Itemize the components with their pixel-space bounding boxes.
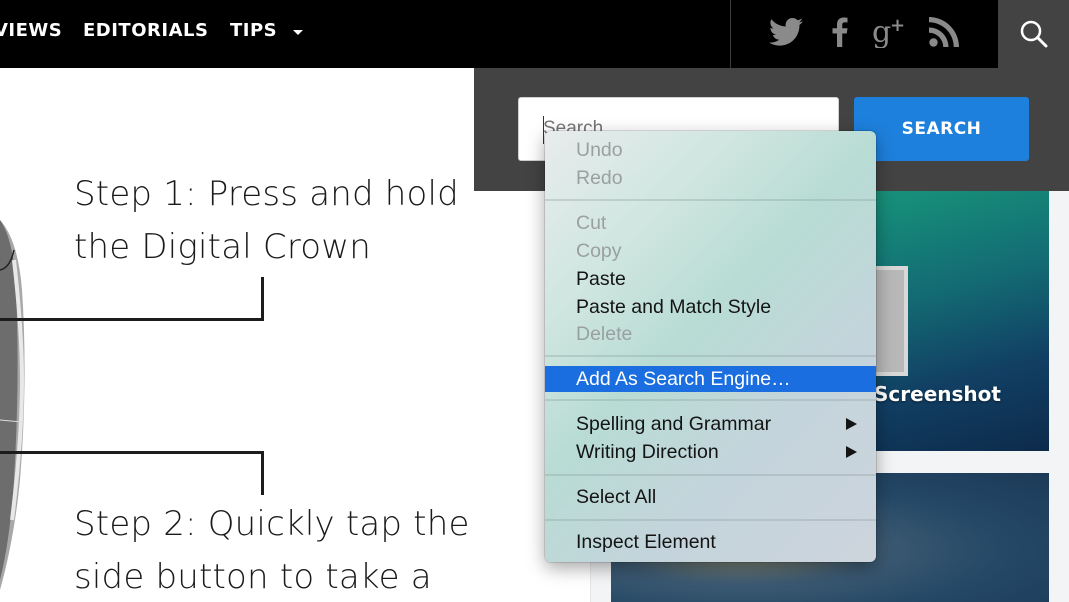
menu-item-writing-direction[interactable]: Writing Direction xyxy=(545,439,876,465)
step-1-line-1: Step 1: Press and hold xyxy=(74,174,459,214)
menu-item-label: Spelling and Grammar xyxy=(576,413,772,435)
submenu-arrow-icon xyxy=(846,418,857,430)
step-2-line-1: Step 2: Quickly tap the xyxy=(74,504,470,544)
menu-separator xyxy=(545,399,876,401)
svg-text:g: g xyxy=(872,16,891,48)
search-toggle-button[interactable] xyxy=(998,0,1069,68)
facebook-icon[interactable] xyxy=(822,14,858,50)
menu-item-copy[interactable]: Copy xyxy=(545,238,876,264)
context-menu: Undo Redo Cut Copy Paste Paste and Match… xyxy=(545,131,876,562)
article-thumbnail-1-title[interactable]: Screenshot xyxy=(874,382,1001,406)
menu-item-undo[interactable]: Undo xyxy=(545,137,876,163)
menu-item-paste[interactable]: Paste xyxy=(545,266,876,292)
callout-line-1-vertical xyxy=(261,277,264,321)
nav-divider xyxy=(730,0,731,68)
menu-item-add-as-search-engine[interactable]: Add As Search Engine… xyxy=(545,366,876,392)
menu-item-spelling-and-grammar[interactable]: Spelling and Grammar xyxy=(545,411,876,437)
top-nav-bar: VIEWS EDITORIALS TIPS g + xyxy=(0,0,998,68)
step-1-text: Step 1: Press and hold the Digital Crown xyxy=(74,168,459,274)
callout-line-1-horizontal xyxy=(0,318,264,321)
step-1-line-2: the Digital Crown xyxy=(74,227,372,267)
menu-item-inspect-element[interactable]: Inspect Element xyxy=(545,529,876,555)
svg-text:+: + xyxy=(890,16,905,36)
twitter-icon[interactable] xyxy=(768,14,804,50)
menu-separator xyxy=(545,199,876,201)
menu-item-paste-and-match-style[interactable]: Paste and Match Style xyxy=(545,294,876,320)
submenu-arrow-icon xyxy=(846,446,857,458)
callout-line-2-vertical xyxy=(261,451,264,495)
menu-item-select-all[interactable]: Select All xyxy=(545,484,876,510)
menu-item-redo[interactable]: Redo xyxy=(545,165,876,191)
nav-item-editorials[interactable]: EDITORIALS xyxy=(83,20,208,41)
google-plus-icon[interactable]: g + xyxy=(872,14,908,50)
step-2-line-2: side button to take a xyxy=(74,557,432,597)
search-button[interactable]: SEARCH xyxy=(854,97,1029,161)
menu-item-delete[interactable]: Delete xyxy=(545,321,876,347)
rss-icon[interactable] xyxy=(926,14,962,50)
menu-separator xyxy=(545,474,876,476)
chevron-down-icon[interactable] xyxy=(293,30,303,35)
menu-separator xyxy=(545,519,876,521)
menu-item-label: Writing Direction xyxy=(576,441,719,463)
text-cursor xyxy=(543,116,544,144)
menu-item-cut[interactable]: Cut xyxy=(545,210,876,236)
menu-separator xyxy=(545,355,876,357)
step-2-text: Step 2: Quickly tap the side button to t… xyxy=(74,498,470,602)
callout-line-2-horizontal xyxy=(0,451,264,454)
nav-item-reviews[interactable]: VIEWS xyxy=(0,20,62,41)
nav-item-tips[interactable]: TIPS xyxy=(230,20,277,41)
apple-watch-image xyxy=(0,180,30,602)
search-icon xyxy=(1020,20,1047,48)
